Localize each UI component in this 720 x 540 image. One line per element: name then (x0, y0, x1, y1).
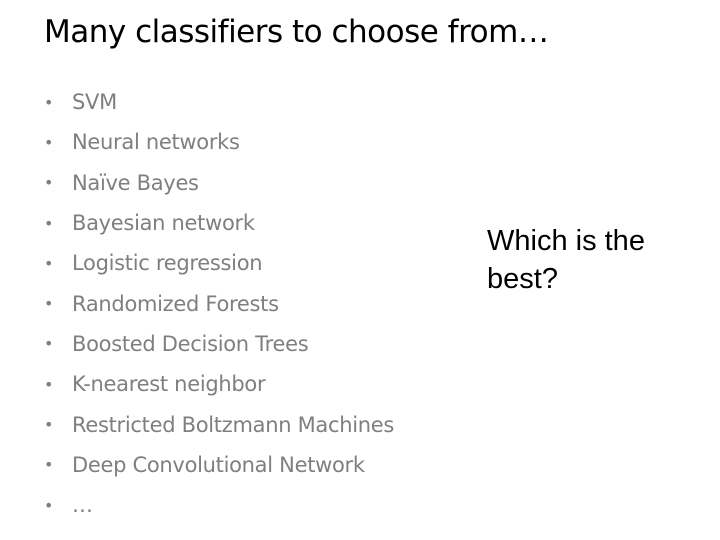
list-item-text: Restricted Boltzmann Machines (72, 412, 395, 437)
list-item: •… (44, 485, 394, 525)
list-item: • Naïve Bayes (44, 163, 394, 203)
list-item: • K-nearest neighbor (44, 364, 394, 404)
list-item: • Boosted Decision Trees (44, 324, 394, 364)
classifier-list: • SVM • Neural networks • Naïve Bayes • Baye… (44, 82, 394, 525)
bullet-icon: • (44, 92, 54, 112)
list-item-text: Deep Convolutional Network (72, 452, 365, 477)
list-item-text: … (72, 493, 93, 518)
bullet-icon: • (44, 294, 54, 314)
bullet-icon: • (44, 334, 54, 354)
list-item: • Neural networks (44, 122, 394, 162)
bullet-icon: • (44, 374, 54, 394)
question-text: Which is the best? (487, 225, 645, 295)
bullet-icon: • (44, 415, 54, 435)
list-item-text: Naïve Bayes (72, 170, 199, 195)
list-item: • Randomized Forests (44, 283, 394, 323)
bullet-icon: • (44, 455, 54, 475)
list-item: • Bayesian network (44, 203, 394, 243)
bullet-icon: • (44, 213, 54, 233)
bullet-icon: • (44, 132, 54, 152)
list-item-text: Randomized Forests (72, 291, 279, 316)
slide-title: Many classifiers to choose from… (44, 14, 549, 50)
list-item: • SVM (44, 82, 394, 122)
bullet-icon: • (44, 495, 54, 515)
list-item: • Logistic regression (44, 243, 394, 283)
list-item-text: Logistic regression (72, 251, 263, 276)
list-item: • Restricted Boltzmann Machines (44, 404, 394, 444)
list-item-text: K-nearest neighbor (72, 372, 266, 397)
bullet-icon: • (44, 253, 54, 273)
list-item-text: Bayesian network (72, 211, 255, 236)
list-item-text: SVM (72, 90, 117, 115)
list-item-text: Boosted Decision Trees (72, 331, 309, 356)
bullet-icon: • (44, 173, 54, 193)
list-item-text: Neural networks (72, 130, 240, 155)
list-item: • Deep Convolutional Network (44, 445, 394, 485)
